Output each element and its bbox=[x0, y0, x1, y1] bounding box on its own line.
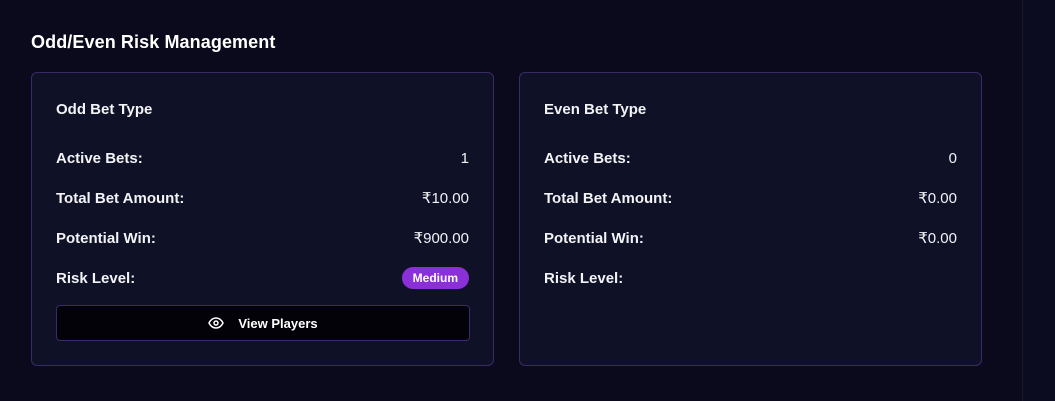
even-potential-win-row: Potential Win: ₹0.00 bbox=[544, 227, 957, 249]
section-title: Odd/Even Risk Management bbox=[31, 32, 276, 52]
view-players-button[interactable]: View Players bbox=[56, 305, 470, 341]
even-potential-win-label: Potential Win: bbox=[544, 229, 644, 247]
even-bet-card: Even Bet Type Active Bets: 0 Total Bet A… bbox=[519, 72, 982, 366]
even-risk-level-label: Risk Level: bbox=[544, 269, 624, 287]
odd-total-bet-label: Total Bet Amount: bbox=[56, 189, 185, 207]
view-players-label: View Players bbox=[238, 315, 318, 331]
even-active-bets-value: 0 bbox=[948, 149, 957, 167]
odd-active-bets-label: Active Bets: bbox=[56, 149, 143, 167]
even-active-bets-label: Active Bets: bbox=[544, 149, 631, 167]
odd-active-bets-value: 1 bbox=[460, 149, 469, 167]
odd-total-bet-value: ₹10.00 bbox=[421, 190, 469, 207]
odd-bet-card: Odd Bet Type Active Bets: 1 Total Bet Am… bbox=[31, 72, 494, 366]
odd-card-title: Odd Bet Type bbox=[56, 101, 153, 118]
odd-risk-level-label: Risk Level: bbox=[56, 269, 136, 287]
odd-total-bet-row: Total Bet Amount: ₹10.00 bbox=[56, 187, 469, 209]
odd-potential-win-row: Potential Win: ₹900.00 bbox=[56, 227, 469, 249]
page: Odd/Even Risk Management Odd Bet Type Ac… bbox=[0, 0, 1055, 401]
even-total-bet-row: Total Bet Amount: ₹0.00 bbox=[544, 187, 957, 209]
right-panel-edge bbox=[1022, 0, 1055, 401]
even-total-bet-value: ₹0.00 bbox=[918, 190, 957, 207]
odd-potential-win-value: ₹900.00 bbox=[413, 230, 469, 247]
even-risk-level-row: Risk Level: bbox=[544, 267, 957, 289]
odd-risk-level-row: Risk Level: Medium bbox=[56, 267, 469, 289]
even-potential-win-value: ₹0.00 bbox=[918, 230, 957, 247]
even-card-title: Even Bet Type bbox=[544, 101, 647, 118]
odd-potential-win-label: Potential Win: bbox=[56, 229, 156, 247]
even-total-bet-label: Total Bet Amount: bbox=[544, 189, 673, 207]
eye-icon bbox=[208, 317, 225, 329]
odd-active-bets-row: Active Bets: 1 bbox=[56, 147, 469, 169]
even-active-bets-row: Active Bets: 0 bbox=[544, 147, 957, 169]
risk-level-badge: Medium bbox=[401, 267, 469, 289]
